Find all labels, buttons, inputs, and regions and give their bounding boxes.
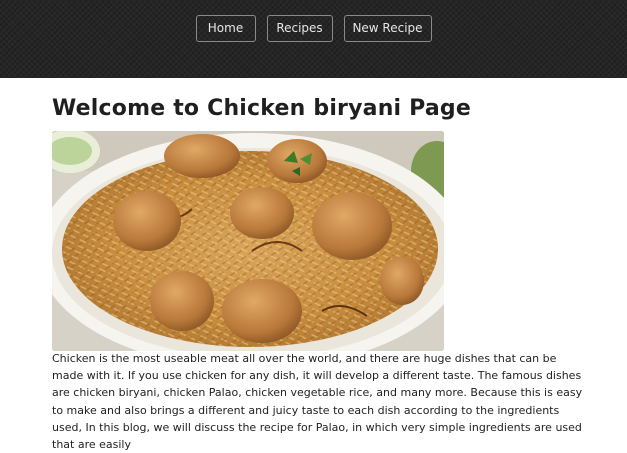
main-nav: Home Recipes New Recipe	[0, 15, 627, 42]
recipe-description: Chicken is the most useable meat all ove…	[52, 352, 583, 452]
biryani-illustration	[52, 131, 444, 351]
chicken-biryani-image	[52, 131, 444, 351]
top-navigation-bar: Home Recipes New Recipe	[0, 0, 627, 78]
nav-home-button[interactable]: Home	[195, 15, 256, 42]
page-title: Welcome to Chicken biryani Page	[52, 96, 472, 121]
nav-recipes-button[interactable]: Recipes	[266, 15, 333, 42]
nav-new-recipe-button[interactable]: New Recipe	[343, 15, 432, 42]
